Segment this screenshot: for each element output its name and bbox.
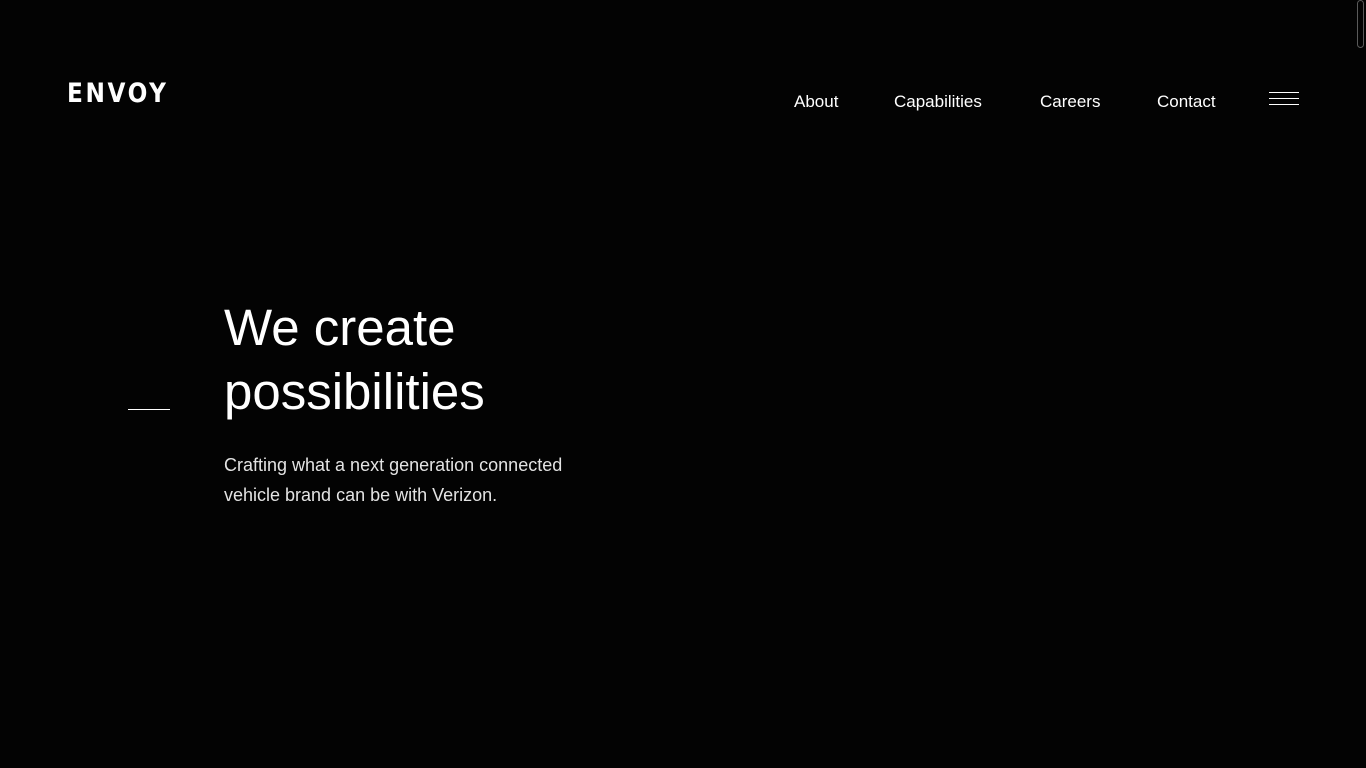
hamburger-line	[1269, 98, 1299, 99]
hero-subtext-line1: Crafting what a next generation connecte…	[224, 455, 563, 475]
hero-headline-line1: We create	[224, 299, 456, 356]
hero-headline: We create possibilities	[224, 296, 644, 424]
nav-link-careers[interactable]: Careers	[1040, 90, 1100, 114]
hamburger-line	[1269, 104, 1299, 105]
hero-subtext: Crafting what a next generation connecte…	[224, 450, 604, 510]
hero-subtext-line2: vehicle brand can be with Verizon.	[224, 485, 498, 505]
hamburger-line	[1269, 92, 1299, 93]
nav-link-contact[interactable]: Contact	[1157, 90, 1216, 114]
main-nav: About Capabilities Careers Contact	[0, 90, 1366, 114]
hero-headline-line2: possibilities	[224, 363, 485, 420]
page: ENVOY About Capabilities Careers Contact…	[0, 0, 1366, 768]
hero-divider-line	[128, 409, 170, 410]
scrollbar-thumb[interactable]	[1357, 0, 1364, 48]
nav-link-capabilities[interactable]: Capabilities	[894, 90, 982, 114]
nav-link-about[interactable]: About	[794, 90, 838, 114]
hamburger-icon[interactable]	[1266, 88, 1302, 112]
